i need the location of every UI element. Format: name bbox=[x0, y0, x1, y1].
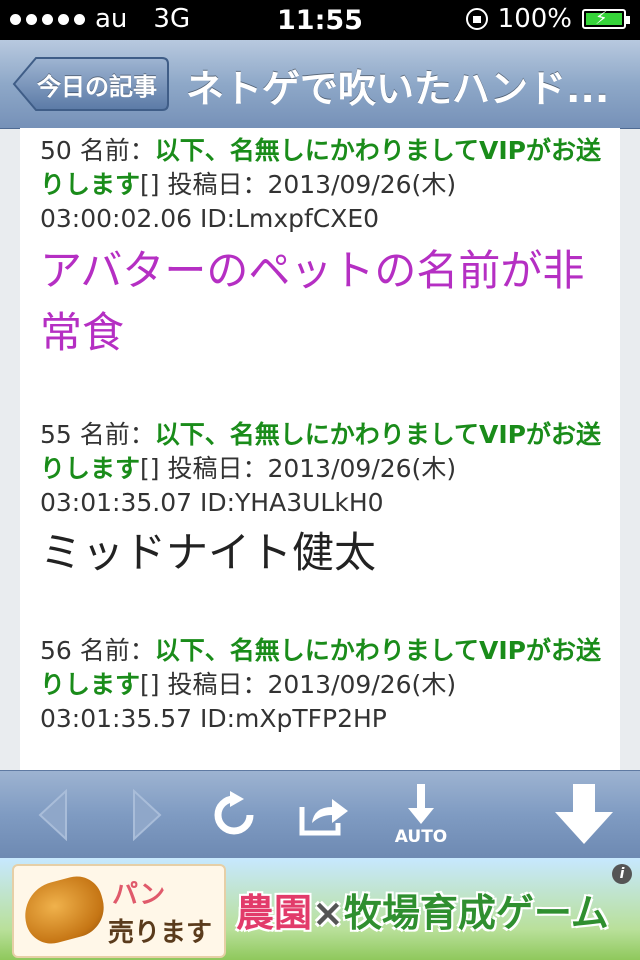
bottom-toolbar: AUTO bbox=[0, 770, 640, 859]
page-title: ネトゲで吹いたハンド... bbox=[186, 67, 610, 110]
post-body: ミッドナイト健太 bbox=[40, 528, 377, 577]
reload-icon bbox=[214, 791, 254, 835]
ad-banner[interactable]: パン 売ります 農園×牧場育成ゲーム i bbox=[0, 858, 640, 960]
back-nav-button[interactable] bbox=[24, 771, 84, 859]
battery-percent: 100% bbox=[497, 4, 572, 34]
arrow-down-icon bbox=[555, 784, 613, 844]
post-name-label: 名前： bbox=[79, 136, 155, 165]
ad-headline-part2: 牧場育成ゲーム bbox=[343, 891, 609, 935]
ad-card: パン 売ります bbox=[12, 864, 226, 958]
post-meta: 56 名前：以下、名無しにかわりましてVIPがお送りします[] 投稿日：2013… bbox=[40, 634, 605, 736]
status-right: 100% ⚡ bbox=[465, 4, 630, 34]
orientation-lock-icon bbox=[465, 8, 488, 30]
auto-scroll-button[interactable]: AUTO bbox=[386, 771, 456, 859]
ad-headline-sep: × bbox=[312, 891, 344, 935]
ad-card-line2: 売ります bbox=[108, 918, 213, 948]
scroll-down-button[interactable] bbox=[548, 771, 620, 859]
battery-icon: ⚡ bbox=[582, 8, 630, 29]
post-number: 56 bbox=[40, 636, 72, 665]
post-55: 55 名前：以下、名無しにかわりましてVIPがお送りします[] 投稿日：2013… bbox=[40, 418, 605, 584]
back-button[interactable]: 今日の記事 bbox=[12, 56, 170, 112]
share-button[interactable] bbox=[294, 771, 354, 859]
post-50: 50 名前：以下、名無しにかわりましてVIPがお送りします[] 投稿日：2013… bbox=[40, 134, 605, 364]
share-icon bbox=[299, 799, 348, 836]
reload-button[interactable] bbox=[204, 771, 264, 859]
ad-card-line1: パン bbox=[112, 880, 166, 910]
auto-label: AUTO bbox=[394, 827, 448, 847]
info-icon[interactable]: i bbox=[612, 864, 632, 884]
arrow-down-icon bbox=[408, 784, 434, 824]
forward-nav-button[interactable] bbox=[116, 771, 176, 859]
post-body: アバターのペットの名前が非常食 bbox=[40, 246, 585, 357]
post-number: 55 bbox=[40, 420, 72, 449]
post-name-label: 名前： bbox=[79, 420, 155, 449]
article-content[interactable]: 50 名前：以下、名無しにかわりましてVIPがお送りします[] 投稿日：2013… bbox=[20, 128, 620, 770]
chevron-right-icon bbox=[133, 789, 162, 841]
post-56: 56 名前：以下、名無しにかわりましてVIPがお送りします[] 投稿日：2013… bbox=[40, 634, 605, 738]
status-bar: au 3G 11:55 100% ⚡ bbox=[0, 0, 640, 40]
post-meta: 55 名前：以下、名無しにかわりましてVIPがお送りします[] 投稿日：2013… bbox=[40, 418, 605, 520]
bread-image bbox=[17, 870, 111, 950]
post-name-label: 名前： bbox=[79, 636, 155, 665]
post-meta: 50 名前：以下、名無しにかわりましてVIPがお送りします[] 投稿日：2013… bbox=[40, 134, 605, 236]
ad-headline: 農園×牧場育成ゲーム bbox=[236, 882, 609, 937]
back-button-label: 今日の記事 bbox=[37, 72, 157, 101]
post-number: 50 bbox=[40, 136, 72, 165]
chevron-left-icon bbox=[38, 789, 67, 841]
navigation-bar: 今日の記事 ネトゲで吹いたハンド... bbox=[0, 40, 640, 129]
ad-headline-part1: 農園 bbox=[236, 891, 313, 935]
